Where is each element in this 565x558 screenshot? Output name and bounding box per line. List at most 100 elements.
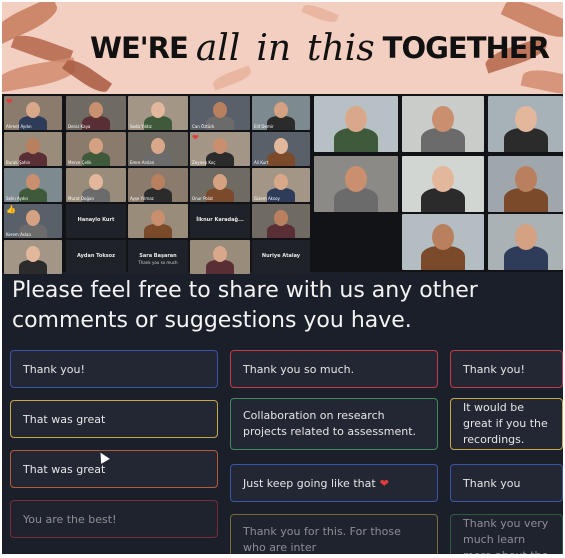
participant-video[interactable]: Gizem Aksoy — [252, 168, 310, 202]
screenshot-stage: WE'RE all in this TOGETHER Ahmet Aydın ❤ D… — [2, 2, 563, 554]
participant-video[interactable]: Deniz Kaya — [66, 96, 126, 130]
response-card[interactable]: Thank you so much. — [230, 350, 438, 388]
response-card[interactable]: Just keep going like that ❤ — [230, 464, 438, 502]
response-text: Thank you — [463, 476, 521, 490]
person-head — [26, 138, 40, 154]
participant-video[interactable]: Elif Demir — [252, 96, 310, 130]
person-head — [432, 166, 454, 192]
participant-caption: Zeynep Koç — [192, 160, 216, 165]
heart-icon: ❤ — [192, 133, 199, 142]
participant-name-card[interactable]: Sara Başaran Thank you so much — [128, 240, 188, 274]
participant-video-large[interactable] — [402, 214, 484, 270]
participant-caption: Can Öztürk — [192, 124, 215, 129]
banner-headline: WE'RE all in this TOGETHER — [90, 20, 550, 76]
person-head — [213, 174, 227, 190]
headline-were: WE'RE — [90, 31, 189, 65]
person-head — [432, 106, 454, 132]
person-head — [213, 102, 227, 118]
response-card[interactable]: Thank you! — [450, 350, 563, 388]
participant-caption: Gizem Aksoy — [254, 196, 280, 201]
participant-video[interactable] — [190, 240, 250, 274]
person-head — [514, 106, 537, 132]
participant-video-large[interactable] — [314, 156, 398, 212]
person-head — [26, 102, 40, 118]
person-body — [267, 152, 295, 166]
participant-caption: Merve Çelik — [68, 160, 92, 165]
participant-video-large[interactable] — [402, 96, 484, 152]
person-head — [89, 138, 103, 154]
response-card[interactable]: You are the best! — [10, 500, 218, 538]
participant-video[interactable]: Ahmet Aydın ❤ — [4, 96, 62, 130]
participant-name-card[interactable]: Nuriye Atalay — [252, 240, 310, 274]
video-gallery: Ahmet Aydın ❤ Deniz Kaya Seda Yıldız Can Özt… — [2, 94, 563, 274]
person-head — [26, 246, 40, 262]
participant-name-card[interactable]: Aydan Toksoz — [66, 240, 126, 274]
response-card[interactable]: That was great — [10, 450, 218, 488]
participant-video[interactable]: Selin Aydın — [4, 168, 62, 202]
response-text: Just keep going like that — [243, 476, 376, 490]
participant-video[interactable]: Zeynep Koç ❤ — [190, 132, 250, 166]
response-card[interactable]: Thank you very much learn more about the — [450, 514, 563, 554]
person-head — [274, 138, 288, 154]
participant-video-large[interactable] — [488, 96, 563, 152]
participant-video-large[interactable] — [488, 156, 563, 212]
response-card[interactable]: Collaboration on research projects relat… — [230, 398, 438, 450]
participant-video[interactable]: Ayşe Yılmaz — [128, 168, 188, 202]
person-head — [274, 102, 288, 118]
headline-together: TOGETHER — [382, 31, 550, 65]
participant-name-card[interactable]: Hanaylo Kurt — [66, 204, 126, 238]
headline-in: in — [256, 27, 292, 69]
participant-name-card[interactable]: İlknur Karadağ... — [190, 204, 250, 238]
person-head — [151, 138, 165, 154]
participant-video[interactable] — [128, 204, 188, 238]
participant-video[interactable] — [4, 240, 62, 274]
person-head — [514, 166, 537, 192]
person-body — [206, 260, 234, 274]
participant-caption: Elif Demir — [254, 124, 274, 129]
participant-video[interactable]: Merve Çelik — [66, 132, 126, 166]
participant-name: Hanaylo Kurt — [77, 216, 115, 223]
response-text: Thank you so much. — [243, 362, 355, 376]
person-head — [345, 166, 367, 192]
participant-video[interactable]: Burak Şahin — [4, 132, 62, 166]
heart-icon: ❤ — [379, 476, 389, 490]
banner: WE'RE all in this TOGETHER — [2, 2, 563, 94]
response-text: It would be great if you the recordings. — [463, 401, 548, 446]
person-head — [151, 174, 165, 190]
participant-video[interactable]: Kerem Aslan 👍 — [4, 204, 62, 238]
participant-video-large[interactable] — [314, 96, 398, 152]
participant-video[interactable]: Ali Kurt — [252, 132, 310, 166]
participant-caption: Ahmet Aydın — [6, 124, 32, 129]
participant-video[interactable]: Murat Doğan — [66, 168, 126, 202]
headline-this: this — [307, 27, 375, 69]
person-head — [213, 246, 227, 262]
participant-video[interactable]: Onur Polat — [190, 168, 250, 202]
participant-video[interactable] — [252, 204, 310, 238]
participant-caption: Selin Aydın — [6, 196, 29, 201]
participant-name: İlknur Karadağ... — [196, 216, 244, 223]
response-card[interactable]: That was great — [10, 400, 218, 438]
heart-icon: ❤ — [6, 97, 13, 106]
person-body — [267, 224, 295, 238]
participant-name: Sara Başaran — [139, 252, 177, 259]
response-text: You are the best! — [23, 512, 117, 526]
participant-video[interactable]: Can Öztürk — [190, 96, 250, 130]
participant-video-large[interactable] — [488, 214, 563, 270]
person-head — [26, 174, 40, 190]
participant-name: Aydan Toksoz — [76, 252, 116, 259]
person-head — [213, 138, 227, 154]
response-card[interactable]: Thank you! — [10, 350, 218, 388]
participant-caption: Kerem Aslan — [6, 232, 31, 237]
response-text: That was great — [23, 462, 106, 476]
response-card[interactable]: Thank you — [450, 464, 563, 502]
participant-video[interactable]: Emre Arslan — [128, 132, 188, 166]
response-text: Thank you very much learn more about the — [463, 517, 549, 554]
person-head — [26, 210, 40, 226]
response-card[interactable]: Thank you for this. For those who are in… — [230, 514, 438, 554]
participant-name: Nuriye Atalay — [261, 252, 301, 259]
participant-video[interactable]: Seda Yıldız — [128, 96, 188, 130]
person-head — [89, 174, 103, 190]
response-text: That was great — [23, 412, 106, 426]
response-card[interactable]: It would be great if you the recordings. — [450, 398, 563, 450]
participant-video-large[interactable] — [402, 156, 484, 212]
